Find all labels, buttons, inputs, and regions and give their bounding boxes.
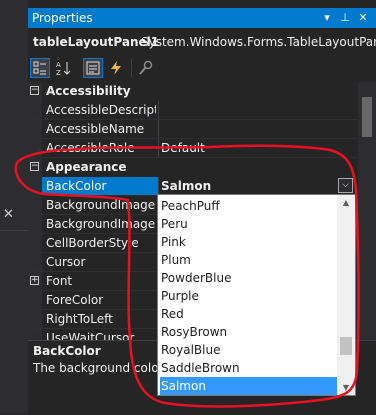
property-name: BackColor [42,177,158,196]
events-icon [111,61,121,75]
row-gutter [28,310,42,329]
property-name: UseWaitCursor [46,331,135,340]
dropdown-option[interactable]: Red [160,305,337,323]
divider [0,230,28,231]
dropdown-option[interactable]: SaddleBrown [160,359,337,377]
row-gutter [28,139,42,158]
description-text: The background color of the component. [33,361,161,375]
dropdown-option[interactable]: Plum [160,251,337,269]
category-appearance[interactable]: − Appearance [28,158,358,177]
property-name: RightToLeft [46,312,113,326]
alphabetical-button[interactable]: A Z [53,58,73,78]
properties-button[interactable] [83,58,103,78]
dropdown-option[interactable]: Peru [160,215,337,233]
auto-hide-pin-button[interactable]: ⊥ [338,10,352,26]
property-row-accessible-role[interactable]: AccessibleRole Default [28,139,358,158]
property-pages-button[interactable] [136,58,156,78]
dropdown-option[interactable]: Purple [160,287,337,305]
color-dropdown-list[interactable]: PeachPuff Peru Pink Plum PowderBlue Purp… [157,194,356,396]
row-gutter [28,101,42,120]
close-icon[interactable]: ✕ [3,208,17,222]
category-accessibility[interactable]: − Accessibility [28,82,358,101]
property-name: ForeColor [46,293,104,307]
dropdown-scrollbar-thumb[interactable] [340,337,352,355]
property-name: AccessibleDescription [46,103,156,117]
dropdown-scrollbar[interactable] [337,195,355,395]
dropdown-option[interactable]: PeachPuff [160,197,337,215]
dropdown-option[interactable]: RosyBrown [160,323,337,341]
column-divider [158,101,159,120]
collapse-icon[interactable]: − [30,162,39,171]
grid-scrollbar-thumb[interactable] [362,97,372,137]
row-gutter [28,253,42,272]
wrench-icon [139,60,153,75]
row-gutter [28,291,42,310]
scroll-down-icon[interactable]: ▼ [337,381,355,395]
window-position-dropdown-button[interactable]: ▾ [320,10,334,26]
svg-text:A: A [56,61,61,69]
property-name: AccessibleRole [46,141,135,155]
row-gutter [28,329,42,340]
expand-icon[interactable]: + [30,276,39,285]
categorized-button[interactable] [30,58,50,78]
dropdown-option[interactable]: PowderBlue [160,269,337,287]
property-name: Cursor [46,255,86,269]
property-name: BackgroundImageLayout [46,217,156,231]
alphabetical-icon: A Z [56,61,71,77]
close-panel-button[interactable]: ✕ [356,10,370,26]
property-name: AccessibleName [46,122,145,136]
dropdown-option[interactable]: RoyalBlue [160,341,337,359]
property-value[interactable] [161,120,358,139]
scroll-up-icon[interactable]: ▲ [337,196,355,210]
object-type: System.Windows.Forms.TableLayoutPane [141,35,376,49]
events-button[interactable] [106,58,126,78]
column-divider [158,139,159,158]
categorized-icon [33,61,46,75]
property-name: Font [46,274,73,288]
dropdown-arrow-button[interactable]: ⌵ [338,178,353,193]
column-divider [158,120,159,139]
properties-icon [86,61,100,75]
collapse-icon[interactable]: − [30,86,39,95]
row-gutter [28,177,42,196]
property-value[interactable]: Default [161,139,358,158]
category-label: Appearance [46,160,127,174]
toolbar-separator [131,59,132,77]
properties-toolbar [28,54,376,82]
property-row-accessible-name[interactable]: AccessibleName [28,120,358,139]
panel-title: Properties [32,11,93,25]
row-gutter [28,120,42,139]
svg-text:Z: Z [56,69,61,77]
row-gutter [28,215,42,234]
description-title: BackColor [33,344,101,358]
property-name: BackgroundImage [46,198,156,212]
row-gutter [28,234,42,253]
dropdown-option[interactable]: Pink [160,233,337,251]
dropdown-option-selected[interactable]: Salmon [160,377,337,395]
property-value[interactable] [161,101,358,120]
property-row-accessible-description[interactable]: AccessibleDescription [28,101,358,120]
property-name: CellBorderStyle [46,236,139,250]
row-gutter [28,196,42,215]
category-label: Accessibility [46,84,131,98]
